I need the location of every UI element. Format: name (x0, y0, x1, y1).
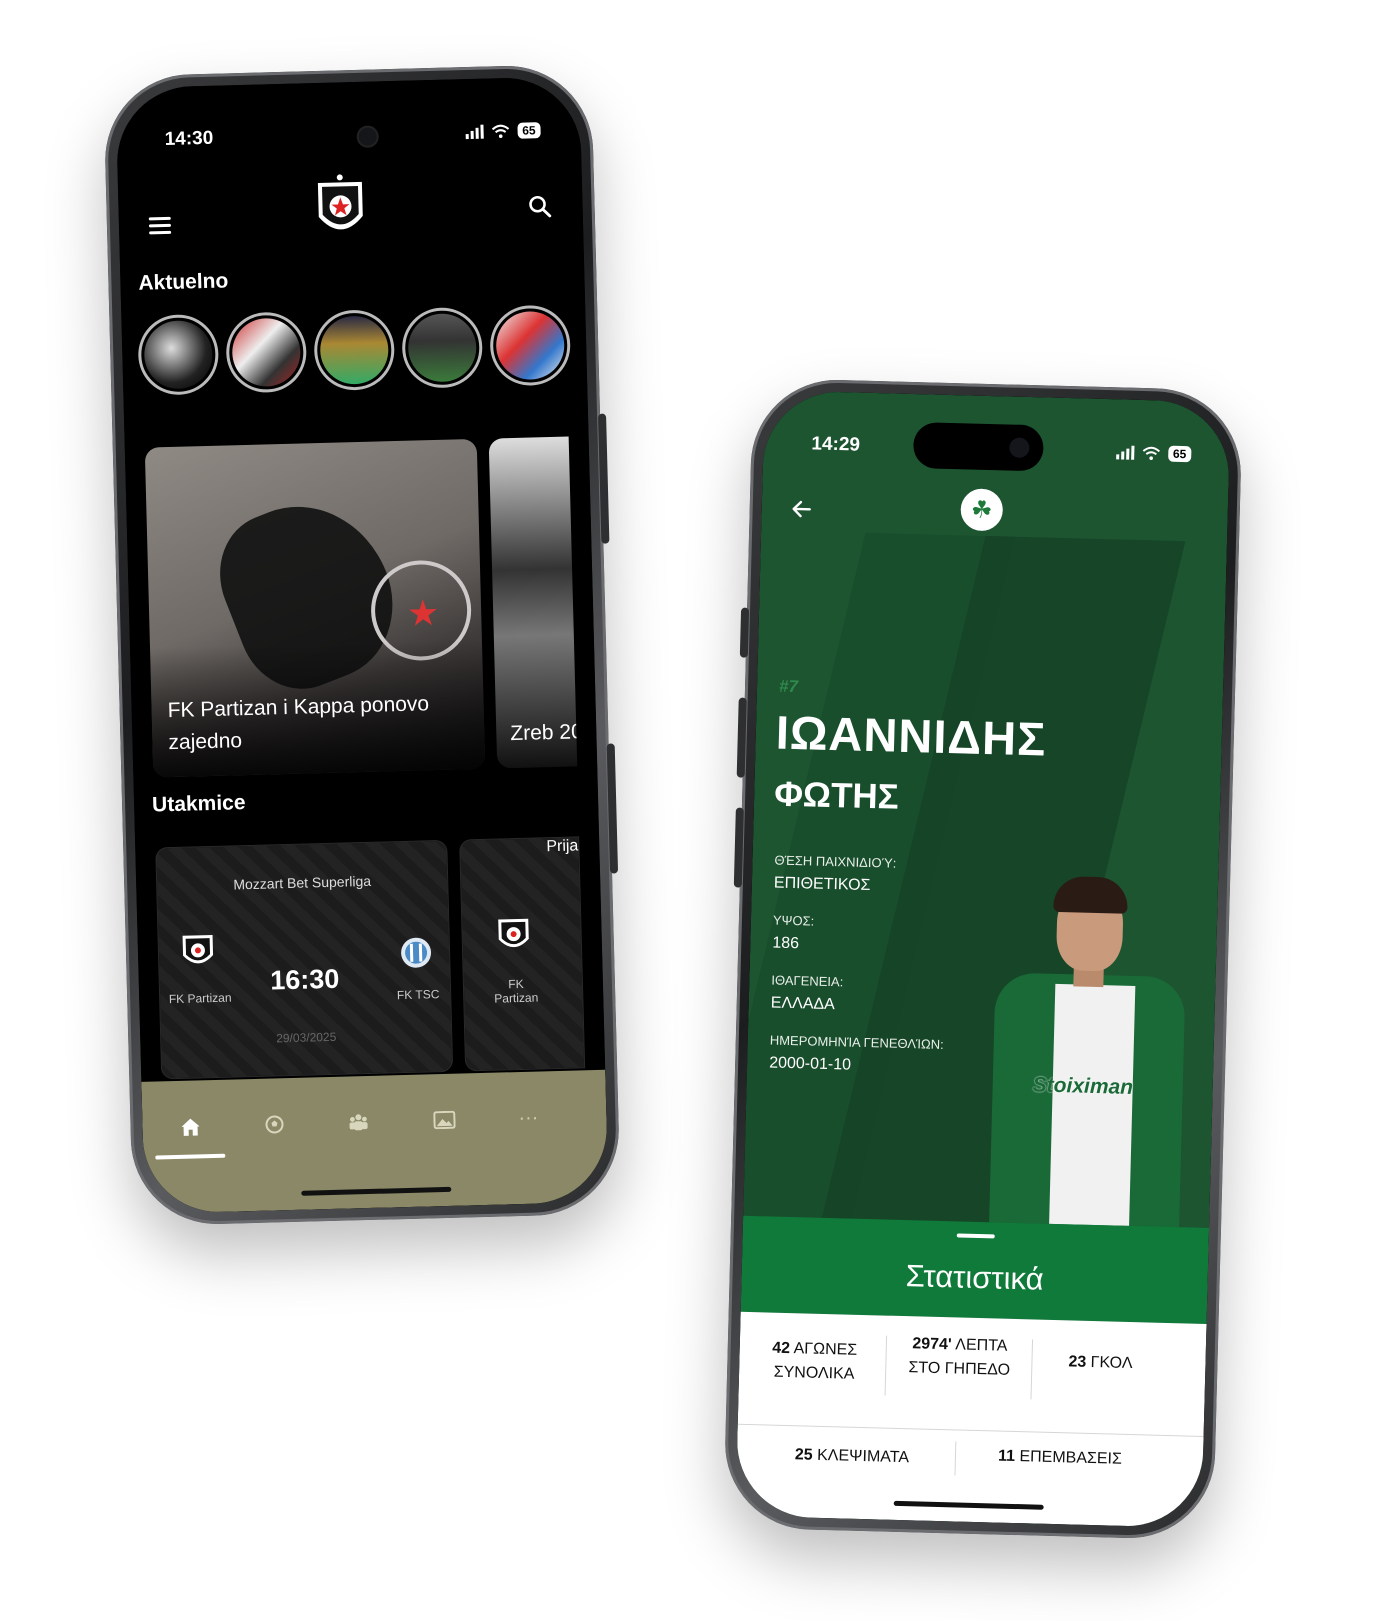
story-item[interactable] (489, 304, 572, 387)
news-card[interactable]: ★ FK Partizan i Kappa ponovo zajedno (144, 438, 486, 778)
match-date: 29/03/2025 (276, 1029, 337, 1046)
side-button (606, 743, 619, 874)
sheet-drag-handle[interactable] (956, 1233, 995, 1239)
news-card-title: Zreb 202 (510, 719, 578, 746)
panathinaikos-app-screen: 14:29 65 ☘ #7 ΙΩΑΝΝΙΔΗΣ ΦΩΤΗΣ ΘΈΣΗ ΠΑΙΧΝ… (735, 390, 1231, 1528)
stat-goals: 23 ΓΚΟΛ (1068, 1353, 1133, 1373)
stats-sheet-header[interactable]: Στατιστικά (740, 1215, 1210, 1324)
dob-value: 2000-01-10 (768, 1054, 852, 1074)
back-arrow-icon[interactable] (789, 497, 814, 522)
story-item[interactable] (137, 313, 220, 396)
status-bar: 14:30 65 (164, 115, 541, 155)
partizan-crest-icon (182, 935, 214, 964)
search-icon[interactable] (526, 193, 553, 220)
stat-tackles: 11 ΕΠΕΜΒΑΣΕΙΣ (997, 1447, 1123, 1468)
stories-row (137, 304, 572, 396)
team-icon[interactable] (340, 1104, 377, 1141)
partizan-app-screen: 14:30 65 Aktuelno ★ FK Partizan i Kappa … (115, 76, 609, 1214)
position-value: ΕΠΙΘΕΤΙΚΟΣ (773, 874, 871, 895)
volume-down-button (733, 807, 744, 888)
dynamic-island (912, 422, 1044, 472)
phone-partizan: 14:30 65 Aktuelno ★ FK Partizan i Kappa … (103, 63, 621, 1227)
football-icon[interactable] (256, 1106, 293, 1143)
partizan-crest-logo (317, 174, 363, 230)
signal-icon (1115, 445, 1135, 460)
match-league: Mozzart Bet Superliga (233, 872, 372, 893)
signal-icon (465, 124, 484, 140)
volume-up-button (736, 697, 747, 778)
nationality-label: ΙΘΑΓΕΝΕΙΑ: (771, 972, 844, 990)
player-photo: Stoiximan (989, 872, 1198, 1228)
home-team-name: FK Partizan (494, 976, 539, 1006)
home-icon[interactable] (172, 1108, 209, 1145)
story-item[interactable] (225, 311, 308, 394)
player-first-name: ΦΩΤΗΣ (773, 774, 900, 817)
match-league: Prija (546, 837, 579, 856)
away-team-name: FK TSC (396, 987, 440, 1003)
stat-steals: 25 ΚΛΕΨΙΜΑΤΑ (794, 1446, 910, 1467)
bottom-navigation: ··· (141, 1069, 609, 1214)
battery-icon: 65 (1167, 445, 1192, 463)
news-section-title: Aktuelno (138, 269, 229, 295)
position-label: ΘΈΣΗ ΠΑΙΧΝΙΔΙΟΎ: (774, 852, 897, 871)
home-indicator (893, 1500, 1044, 1510)
phone-panathinaikos: 14:29 65 ☘ #7 ΙΩΑΝΝΙΔΗΣ ΦΩΤΗΣ ΘΈΣΗ ΠΑΙΧΝ… (723, 377, 1243, 1541)
stats-panel: 42 ΑΓΩΝΕΣ ΣΥΝΟΛΙΚΑ 2974' ΛΕΠΤΑ ΣΤΟ ΓΗΠΕΔ… (735, 1311, 1207, 1528)
match-card[interactable]: Mozzart Bet Superliga FK Partizan 16:30 … (155, 839, 454, 1080)
stats-title: Στατιστικά (905, 1258, 1045, 1297)
news-card[interactable]: Zreb 202 (488, 436, 578, 769)
story-item[interactable] (313, 309, 396, 392)
tsc-crest-icon (401, 937, 432, 968)
more-icon[interactable]: ··· (510, 1099, 547, 1136)
match-card[interactable]: Prija FK Partizan (459, 836, 586, 1072)
partizan-crest-icon (498, 918, 529, 948)
status-time: 14:29 (811, 433, 861, 456)
height-label: ΥΨΟΣ: (772, 912, 815, 929)
stat-minutes: 2974' ΛΕΠΤΑ ΣΤΟ ΓΗΠΕΔΟ (908, 1335, 1011, 1379)
stat-matches: 42 ΑΓΩΝΕΣ ΣΥΝΟΛΙΚΑ (772, 1339, 858, 1383)
showcase-stage: 14:30 65 Aktuelno ★ FK Partizan i Kappa … (0, 0, 1390, 1621)
news-card-title: FK Partizan i Kappa ponovo zajedno (167, 692, 430, 755)
action-button (739, 607, 750, 658)
height-value: 186 (772, 934, 800, 953)
status-time: 14:30 (164, 127, 214, 150)
shirt-sponsor: Stoiximan (1032, 1073, 1134, 1099)
matches-section-title: Utakmice (151, 791, 246, 817)
wifi-icon (491, 124, 509, 139)
red-star-icon: ★ (406, 591, 440, 634)
panathinaikos-logo: ☘ (957, 485, 1007, 535)
nationality-value: ΕΛΛΑΔΑ (770, 994, 836, 1014)
hamburger-menu-icon[interactable] (148, 216, 172, 239)
power-button (598, 413, 610, 544)
home-indicator (301, 1186, 452, 1196)
story-item[interactable] (401, 306, 484, 389)
nav-active-indicator (155, 1153, 226, 1160)
player-last-name: ΙΩΑΝΝΙΔΗΣ (775, 705, 1048, 766)
shirt-number: #7 (778, 676, 799, 697)
app-header (117, 156, 583, 248)
wifi-icon (1142, 446, 1160, 461)
gallery-icon[interactable] (426, 1102, 463, 1139)
battery-icon: 65 (517, 122, 541, 139)
